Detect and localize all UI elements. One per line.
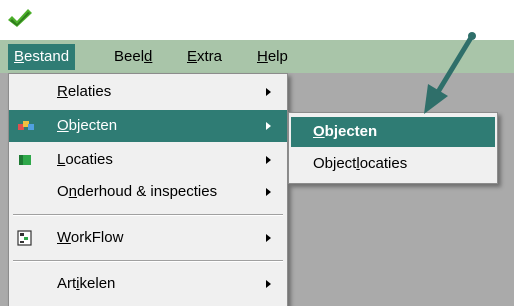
dropdown-item-artikelen[interactable]: Artikelen <box>9 268 287 300</box>
menu-beeld-label: Beeld <box>114 48 153 65</box>
submenu-arrow-icon <box>266 188 271 196</box>
workflow-icon <box>17 230 32 246</box>
dropdown-item-label: WorkFlow <box>57 229 124 246</box>
dropdown-item-onderhoud-inspecties[interactable]: Onderhoud & inspecties <box>9 176 287 208</box>
dropdown-item-locaties[interactable]: Locaties <box>9 144 287 176</box>
dropdown-item-label: Locaties <box>57 151 113 168</box>
green-checkmark-icon <box>8 9 32 27</box>
title-bar <box>0 0 514 40</box>
menu-extra-label: Extra <box>187 48 223 65</box>
dropdown-item-label: Artikelen <box>57 275 116 292</box>
submenu-item-objectlocaties[interactable]: Objectlocaties <box>291 149 495 179</box>
menu-extra[interactable]: Extra <box>181 44 228 70</box>
dropdown-item-label: Objecten <box>57 117 118 134</box>
dropdown-item-objecten[interactable]: Objecten <box>9 110 287 142</box>
menu-bar: Bestand Beeld Extra Help <box>0 40 514 73</box>
submenu-arrow-icon <box>266 280 271 288</box>
submenu-item-objecten[interactable]: Objecten <box>291 117 495 147</box>
dropdown-item-workflow[interactable]: WorkFlow <box>9 222 287 254</box>
dropdown-item-relaties[interactable]: Relaties <box>9 76 287 108</box>
objecten-submenu: Objecten Objectlocaties <box>288 112 498 184</box>
submenu-arrow-icon <box>266 234 271 242</box>
menu-bestand[interactable]: Bestand <box>8 44 76 70</box>
submenu-item-label: Objectlocaties <box>313 155 408 172</box>
submenu-arrow-icon <box>266 88 271 96</box>
menu-help[interactable]: Help <box>251 44 294 70</box>
submenu-item-label: Objecten <box>313 123 378 140</box>
menu-separator <box>13 260 283 262</box>
dropdown-item-label: Relaties <box>57 83 112 100</box>
submenu-arrow-icon <box>266 122 271 130</box>
bestand-dropdown-menu: Relaties Objecten Locaties Onderhoud & i… <box>8 73 288 306</box>
menu-separator <box>13 214 283 216</box>
objects-icon <box>18 121 34 130</box>
submenu-arrow-icon <box>266 156 271 164</box>
menu-bestand-label: Bestand <box>14 48 70 65</box>
dropdown-item-label: Onderhoud & inspecties <box>57 183 218 200</box>
locations-icon <box>19 155 31 165</box>
menu-help-label: Help <box>257 48 288 65</box>
menu-beeld[interactable]: Beeld <box>108 44 158 70</box>
